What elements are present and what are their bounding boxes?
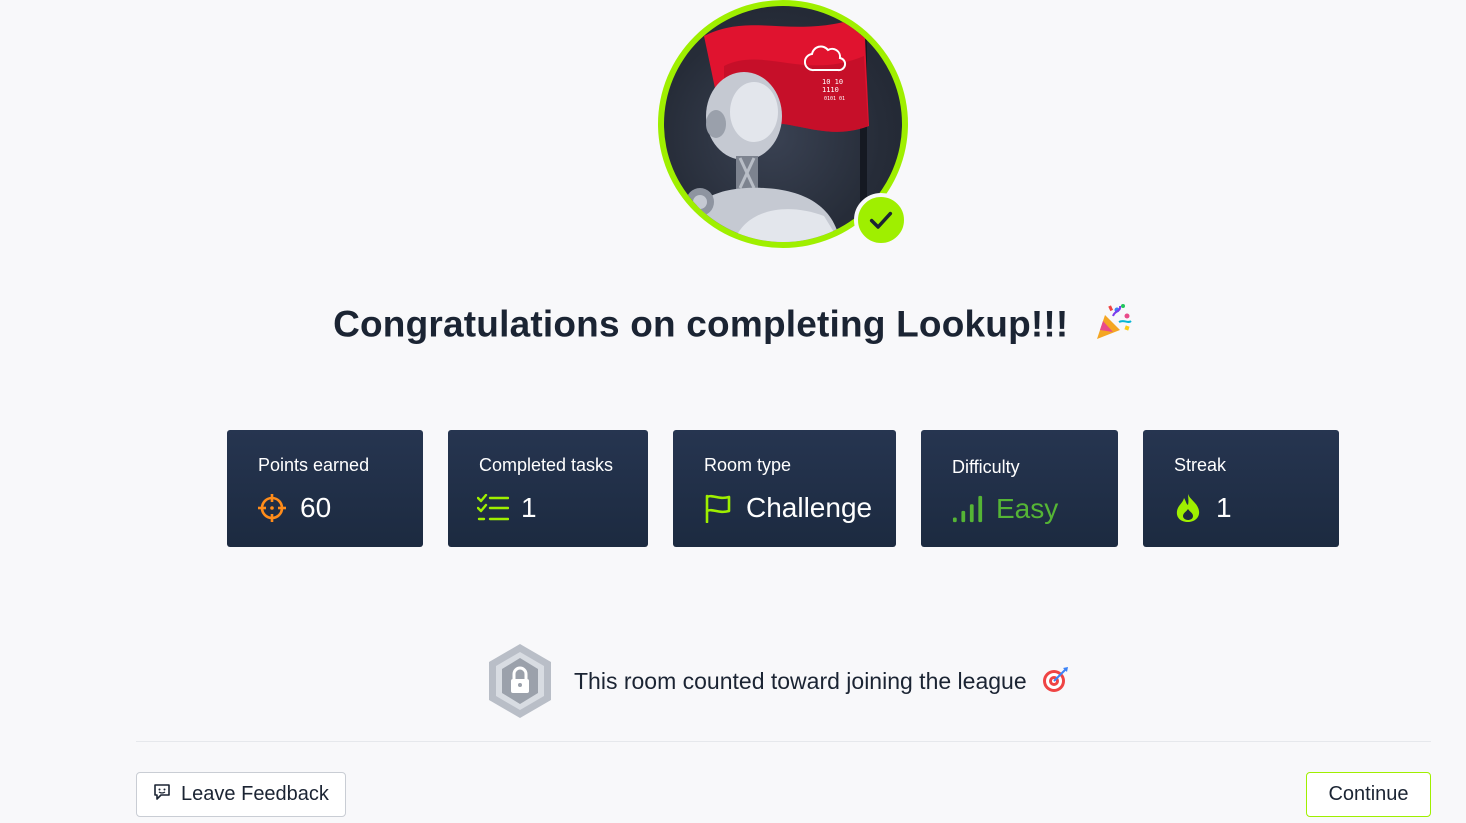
stat-card-streak: Streak 1 [1143,430,1339,547]
stat-value: 60 [300,492,332,523]
signal-bars-icon [952,493,984,525]
stat-card-points: Points earned 60 [227,430,423,547]
leave-feedback-button[interactable]: Leave Feedback [136,772,346,817]
party-popper-icon [1093,302,1133,351]
check-icon [869,211,893,229]
stat-label: Completed tasks [479,455,614,475]
stat-value: Easy [996,493,1059,524]
target-icon [1041,666,1069,700]
stat-value: 1 [521,492,537,523]
stat-value: Challenge [746,492,873,523]
stat-label: Points earned [258,455,370,475]
stat-label: Room type [704,455,792,475]
svg-text:10 10: 10 10 [822,78,843,86]
page-title: Congratulations on completing Lookup!!! [0,302,1466,351]
footer-divider [136,741,1431,742]
stat-label: Streak [1174,455,1227,475]
stat-card-completed-tasks: Completed tasks 1 [448,430,648,547]
flag-icon [702,492,734,524]
league-notice-label: This room counted toward joining the lea… [574,668,1027,695]
continue-label: Continue [1328,783,1409,805]
league-notice-text: This room counted toward joining the lea… [574,666,1069,700]
room-avatar-wrapper: 10 10 1110 0101 01 [658,0,908,248]
room-completion-page: 10 10 1110 0101 01 Congratulations on co… [0,0,1466,823]
completed-check-badge [854,193,908,247]
locked-league-badge-icon [486,642,554,725]
svg-text:1110: 1110 [822,86,839,94]
task-list-icon [477,492,509,524]
leave-feedback-label: Leave Feedback [181,783,329,805]
stat-value: 1 [1216,492,1232,523]
stat-card-room-type: Room type Challenge [673,430,896,547]
svg-text:0101 01: 0101 01 [824,96,845,102]
stat-label: Difficulty [952,457,1020,477]
crosshair-icon [256,492,288,524]
league-notice: This room counted toward joining the lea… [486,642,1069,725]
flame-icon [1172,492,1204,524]
stat-card-difficulty: Difficulty Easy [921,430,1118,547]
continue-button[interactable]: Continue [1306,772,1431,817]
feedback-icon [153,783,171,807]
page-title-text: Congratulations on completing Lookup!!! [333,303,1069,345]
